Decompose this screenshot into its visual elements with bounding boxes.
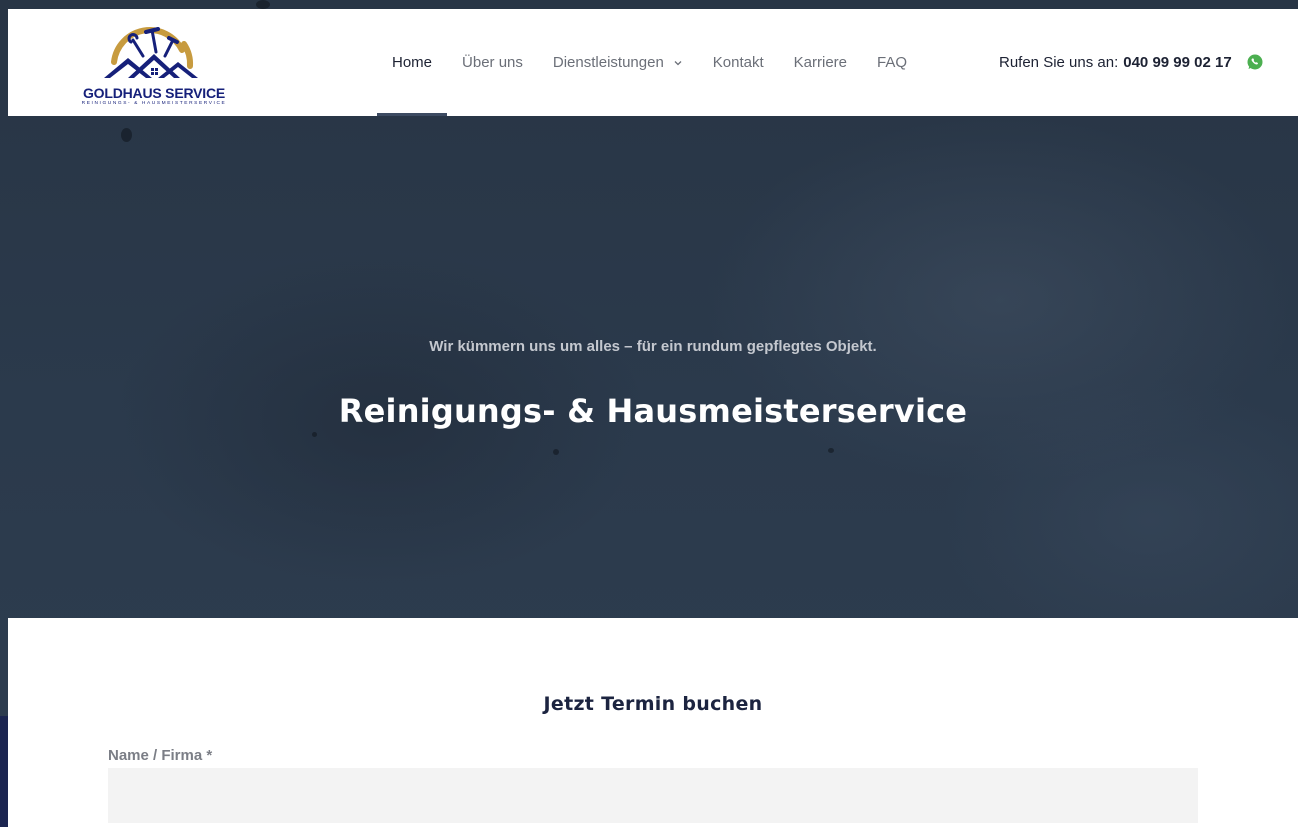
site-header: GOLDHAUS SERVICE REINIGUNGS- & HAUSMEIST… [8,9,1298,116]
logo-house-icon [104,27,198,78]
booking-section: Jetzt Termin buchen Name / Firma * [8,618,1298,827]
booking-title: Jetzt Termin buchen [543,693,763,715]
name-field-label: Name / Firma * [108,747,213,764]
nav-item-label: Kontakt [712,54,764,71]
site-logo[interactable]: GOLDHAUS SERVICE REINIGUNGS- & HAUSMEIST… [72,20,236,112]
nav-item-kontakt[interactable]: Kontakt [698,9,779,116]
nav-item-label: Home [392,54,433,71]
nav-item-ueber-uns[interactable]: Über uns [447,9,538,116]
background-detail [312,432,317,437]
background-detail [121,128,132,142]
hero-subtitle: Wir kümmern uns um alles – für ein rundu… [429,338,877,355]
nav-item-karriere[interactable]: Karriere [779,9,862,116]
nav-item-label: Über uns [462,54,523,71]
background-detail [828,448,834,453]
logo-tagline: REINIGUNGS- & HAUSMEISTERSERVICE [81,101,227,106]
name-field[interactable] [108,768,1198,823]
nav-item-faq[interactable]: FAQ [862,9,922,116]
phone-contact[interactable]: Rufen Sie uns an: 040 99 99 02 17 [999,9,1232,116]
nav-item-dienstleistungen[interactable]: Dienstleistungen [538,9,698,116]
hero-title: Reinigungs- & Hausmeisterservice [338,392,968,430]
background-detail [256,0,270,9]
background-strip [0,716,8,827]
nav-item-home[interactable]: Home [377,9,448,116]
chevron-down-icon [674,60,682,65]
phone-number[interactable]: 040 99 99 02 17 [1123,54,1231,71]
whatsapp-icon[interactable] [1246,53,1264,71]
nav-item-label: Karriere [793,54,848,71]
nav-item-label: FAQ [877,54,908,71]
phone-prefix: Rufen Sie uns an: [999,54,1119,71]
logo-title: GOLDHAUS SERVICE [82,85,225,101]
background-detail [553,449,559,455]
main-nav: Home Über uns Dienstleistungen Kontakt K… [377,9,922,116]
page: GOLDHAUS SERVICE REINIGUNGS- & HAUSMEIST… [0,0,1298,827]
nav-item-label: Dienstleistungen [552,54,664,71]
